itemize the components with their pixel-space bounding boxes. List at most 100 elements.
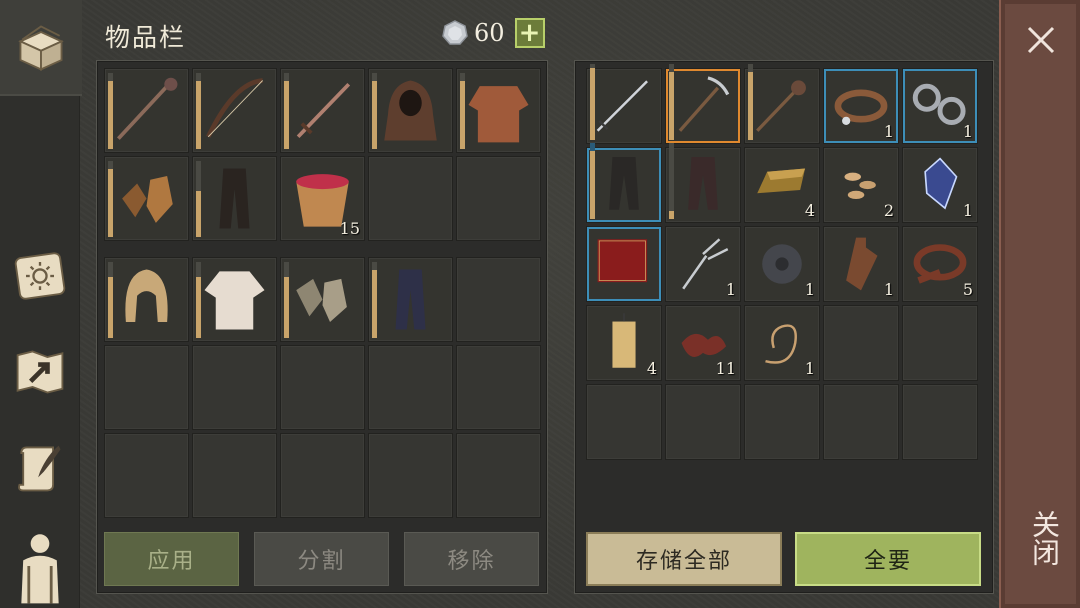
durability-fill xyxy=(590,67,595,140)
durability-fill xyxy=(372,269,377,338)
empty-slot[interactable] xyxy=(456,156,541,241)
durability-bar xyxy=(460,73,465,149)
empty-slot[interactable] xyxy=(823,384,899,460)
durability-bar xyxy=(590,143,595,219)
nav-crafting[interactable] xyxy=(8,436,72,500)
close-panel[interactable]: 关闭 xyxy=(999,0,1080,608)
add-currency-button[interactable]: + xyxy=(514,18,545,48)
inventory-slot[interactable]: 4 xyxy=(744,147,820,223)
split-button[interactable]: 分割 xyxy=(254,532,389,586)
inventory-slot[interactable] xyxy=(586,143,662,223)
inventory-slot[interactable] xyxy=(586,226,662,302)
inventory-chest-icon xyxy=(18,25,64,71)
empty-slot[interactable] xyxy=(368,345,453,430)
item-quantity: 1 xyxy=(804,359,815,378)
inventory-slot[interactable]: 1 xyxy=(902,68,978,144)
inventory-slot[interactable]: 1 xyxy=(744,226,820,302)
nav-character[interactable] xyxy=(8,524,72,608)
inventory-slot[interactable]: 5 xyxy=(902,226,978,302)
leather-pants-icon xyxy=(219,168,250,229)
inventory-slot[interactable] xyxy=(280,257,365,342)
durability-fill xyxy=(108,168,113,237)
inventory-slot[interactable] xyxy=(192,257,277,342)
item-quantity: 15 xyxy=(339,219,360,238)
nav-journal[interactable] xyxy=(8,244,72,308)
chainmail-icon xyxy=(468,86,529,143)
inventory-slot[interactable] xyxy=(456,68,541,153)
empty-slot[interactable] xyxy=(586,384,662,460)
empty-slot[interactable] xyxy=(456,257,541,342)
leather-gloves-icon xyxy=(122,176,173,223)
empty-slot[interactable] xyxy=(456,433,541,518)
empty-slot[interactable] xyxy=(104,345,189,430)
inventory-slot[interactable] xyxy=(192,156,277,241)
durability-bar xyxy=(284,73,289,149)
inventory-slot[interactable]: 2 xyxy=(823,147,899,223)
sun-book-icon xyxy=(14,252,66,300)
empty-slot[interactable] xyxy=(456,345,541,430)
durability-bar xyxy=(196,262,201,338)
item-quantity: 1 xyxy=(883,280,894,299)
close-button[interactable]: 关闭 xyxy=(1025,510,1061,566)
inventory-slot[interactable] xyxy=(280,68,365,153)
inventory-slot[interactable]: 1 xyxy=(665,226,741,302)
close-icon xyxy=(1027,26,1055,54)
empty-slot[interactable] xyxy=(744,384,820,460)
empty-slot[interactable] xyxy=(104,433,189,518)
map-arrow-icon xyxy=(16,350,64,394)
empty-slot[interactable] xyxy=(192,433,277,518)
durability-bar xyxy=(590,64,595,140)
durability-fill xyxy=(284,277,289,338)
empty-slot[interactable] xyxy=(368,156,453,241)
empty-slot[interactable] xyxy=(280,345,365,430)
inventory-slot[interactable]: 1 xyxy=(744,305,820,381)
take-all-button[interactable]: 全要 xyxy=(795,532,981,586)
item-quantity: 4 xyxy=(804,201,815,220)
inventory-slot[interactable] xyxy=(104,68,189,153)
empty-slot[interactable] xyxy=(902,384,978,460)
empty-slot[interactable] xyxy=(280,433,365,518)
item-quantity: 4 xyxy=(646,359,657,378)
side-nav xyxy=(0,0,82,608)
item-quantity: 5 xyxy=(962,280,973,299)
sword-icon xyxy=(296,82,351,139)
inventory-slot[interactable]: 11 xyxy=(665,305,741,381)
inventory-slot[interactable] xyxy=(192,68,277,153)
inventory-slot[interactable]: 15 xyxy=(280,156,365,241)
inventory-slot[interactable]: 4 xyxy=(586,305,662,381)
durability-bar xyxy=(669,64,674,140)
empty-slot[interactable] xyxy=(823,305,899,381)
apply-button[interactable]: 应用 xyxy=(104,532,239,586)
inventory-slot[interactable] xyxy=(104,156,189,241)
durability-bar xyxy=(108,161,113,237)
empty-slot[interactable] xyxy=(665,384,741,460)
durability-bar xyxy=(196,161,201,237)
inventory-slot[interactable] xyxy=(368,68,453,153)
durability-bar xyxy=(108,262,113,338)
inventory-slot[interactable]: 1 xyxy=(823,68,899,144)
inventory-slot[interactable] xyxy=(744,64,820,144)
inventory-slot[interactable] xyxy=(368,257,453,342)
empty-slot[interactable] xyxy=(368,433,453,518)
store-all-button[interactable]: 存储全部 xyxy=(586,532,782,586)
nav-inventory[interactable] xyxy=(0,0,82,96)
red-book-icon xyxy=(597,239,648,283)
empty-slot[interactable] xyxy=(192,345,277,430)
inventory-slot[interactable]: 1 xyxy=(902,147,978,223)
cloth-gloves-icon xyxy=(296,278,347,322)
remove-button[interactable]: 移除 xyxy=(404,532,539,586)
empty-slot[interactable] xyxy=(902,305,978,381)
storage-grid: 1 1 4 2 1 1 1 1 5 4 11 1 xyxy=(586,64,978,460)
inventory-slot[interactable] xyxy=(665,64,741,144)
hood-cloak-icon xyxy=(384,80,437,141)
durability-fill xyxy=(590,150,595,219)
character-backpack-icon xyxy=(21,534,59,604)
inventory-slot[interactable] xyxy=(104,257,189,342)
nav-map[interactable] xyxy=(8,340,72,404)
durability-fill xyxy=(748,71,753,140)
inventory-slot[interactable] xyxy=(665,143,741,223)
inventory-slot[interactable] xyxy=(586,64,662,144)
durability-fill xyxy=(108,277,113,338)
inventory-slot[interactable]: 1 xyxy=(823,226,899,302)
durability-bar xyxy=(372,73,377,149)
